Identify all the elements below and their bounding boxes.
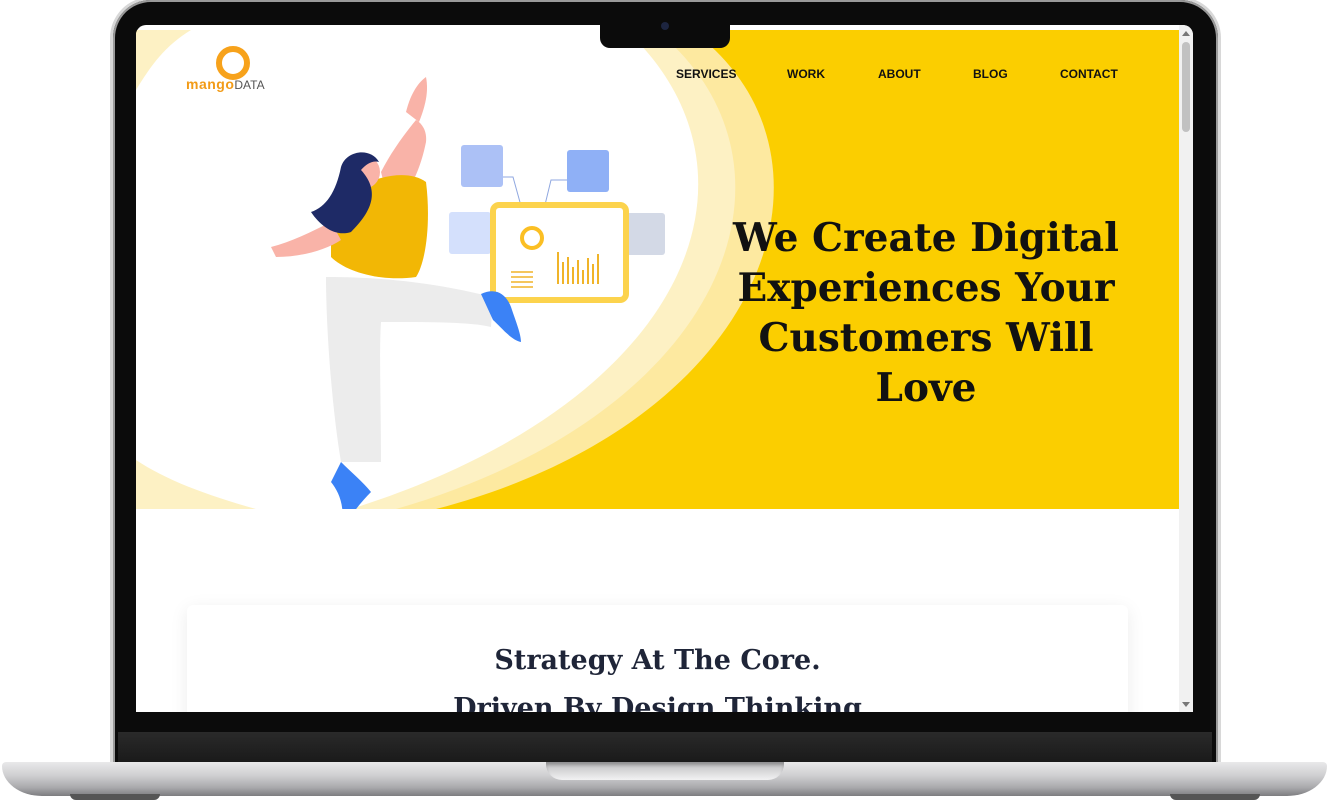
- nav-item-blog[interactable]: BLOG: [973, 67, 1008, 81]
- hero-illustration: [271, 77, 665, 509]
- hero-headline-line-2: Experiences Your: [737, 265, 1115, 311]
- laptop-foot-left: [70, 794, 160, 800]
- hero-headline-line-1: We Create Digital: [733, 215, 1119, 261]
- laptop-foot-right: [1170, 794, 1260, 800]
- vertical-scrollbar[interactable]: [1179, 25, 1193, 712]
- scroll-down-icon[interactable]: [1182, 702, 1190, 707]
- laptop-chin: [118, 732, 1212, 762]
- scrollbar-thumb[interactable]: [1182, 42, 1190, 132]
- brand-logo[interactable]: mangoDATA: [186, 44, 278, 104]
- nav-item-work[interactable]: WORK: [787, 67, 825, 81]
- logo-secondary-text: DATA: [234, 78, 265, 92]
- logo-primary-text: mango: [186, 76, 235, 92]
- card-title-line-2: Driven By Design Thinking: [453, 693, 862, 712]
- laptop-hinge-groove: [546, 762, 784, 780]
- card-title-line-1: Strategy At The Core.: [494, 645, 821, 676]
- scroll-up-icon[interactable]: [1182, 31, 1190, 36]
- hero-section: mangoDATA SERVICES WORK ABOUT BLOG CONTA…: [136, 30, 1179, 509]
- nav-item-contact[interactable]: CONTACT: [1060, 67, 1118, 81]
- nav-item-about[interactable]: ABOUT: [878, 67, 921, 81]
- browser-viewport: mangoDATA SERVICES WORK ABOUT BLOG CONTA…: [136, 25, 1193, 712]
- mango-logo-icon: [216, 46, 250, 80]
- camera-icon: [661, 22, 669, 30]
- hero-headline: We Create Digital Experiences Your Custo…: [716, 213, 1136, 413]
- hero-headline-line-3: Customers Will Love: [758, 315, 1094, 411]
- strategy-card: Strategy At The Core. Driven By Design T…: [187, 605, 1128, 712]
- nav-item-services[interactable]: SERVICES: [676, 67, 736, 81]
